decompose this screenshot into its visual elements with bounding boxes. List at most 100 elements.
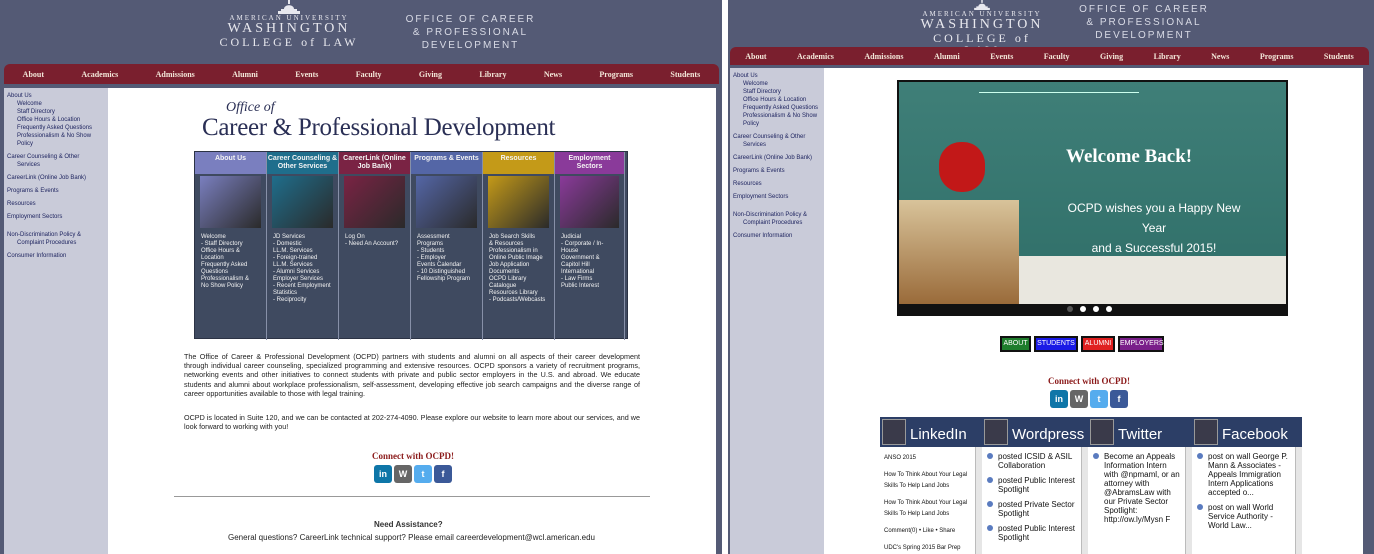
tile-link[interactable]: - Law Firms	[561, 276, 618, 283]
tile-link[interactable]: - Reciprocity	[273, 297, 332, 304]
students-button[interactable]: STUDENTS	[1034, 336, 1078, 352]
tile-link[interactable]: - Recent Employment	[273, 283, 332, 290]
tile-link[interactable]: Assessment	[417, 234, 476, 241]
nav-item-programs[interactable]: Programs	[599, 70, 633, 79]
tile-link[interactable]: Log On	[345, 234, 404, 241]
sidebar-item-careerlink-online-job-bank[interactable]: CareerLink (Online Job Bank)	[7, 174, 105, 182]
tile-link[interactable]: Documents	[489, 269, 548, 276]
tile-link[interactable]: - Podcasts/Webcasts	[489, 297, 548, 304]
feed-scrollbar[interactable]	[1295, 447, 1302, 554]
tile-link[interactable]: - Alumni Services	[273, 269, 332, 276]
feed-item[interactable]: Comment(0) • Like • Share	[880, 524, 974, 537]
tile-link[interactable]: Capitol Hill	[561, 262, 618, 269]
nav-item-students[interactable]: Students	[1324, 52, 1354, 61]
sidebar-item-careerlink-online-job-bank[interactable]: CareerLink (Online Job Bank)	[733, 154, 821, 162]
tile-link[interactable]: No Show Policy	[201, 283, 260, 290]
slide-dot[interactable]	[1080, 306, 1086, 312]
sidebar-item-career-counseling-other[interactable]: Career Counseling & Other	[7, 153, 105, 161]
wordpress-icon[interactable]: W	[394, 465, 412, 483]
tile-link[interactable]: Office Hours &	[201, 248, 260, 255]
nav-item-academics[interactable]: Academics	[797, 52, 834, 61]
slideshow[interactable]: Welcome Back! OCPD wishes you a Happy Ne…	[897, 80, 1288, 316]
wcl-logo[interactable]: AMERICAN UNIVERSITY WASHINGTON COLLEGE o…	[214, 0, 364, 48]
sidebar-item-policy[interactable]: Policy	[733, 120, 821, 128]
nav-item-programs[interactable]: Programs	[1260, 52, 1294, 61]
alumni-button[interactable]: ALUMNI	[1081, 336, 1115, 352]
tile-link[interactable]: - Domestic	[273, 241, 332, 248]
tile-link[interactable]: - Corporate / In-House	[561, 241, 618, 255]
nav-item-admissions[interactable]: Admissions	[864, 52, 903, 61]
sidebar-item-consumer-information[interactable]: Consumer Information	[7, 252, 105, 260]
sidebar-item-services[interactable]: Services	[7, 161, 105, 169]
feed-scrollbar[interactable]	[1081, 447, 1088, 554]
about-button[interactable]: ABOUT	[1000, 336, 1031, 352]
sidebar-item-about-us[interactable]: About Us	[7, 92, 105, 100]
sidebar-item-welcome[interactable]: Welcome	[7, 100, 105, 108]
sidebar-item-professionalism-no-show[interactable]: Professionalism & No Show	[733, 112, 821, 120]
tile-link[interactable]: & Resources	[489, 241, 548, 248]
tile-link[interactable]: Resources Library	[489, 290, 548, 297]
facebook-icon[interactable]: f	[434, 465, 452, 483]
tile-link[interactable]: - Foreign-trained	[273, 255, 332, 262]
sidebar-item-programs-events[interactable]: Programs & Events	[7, 187, 105, 195]
slide-dot[interactable]	[1093, 306, 1099, 312]
sidebar-item-employment-sectors[interactable]: Employment Sectors	[7, 213, 105, 221]
sidebar-item-welcome[interactable]: Welcome	[733, 80, 821, 88]
feed-item[interactable]: How To Think About Your Legal Skills To …	[880, 468, 974, 492]
linkedin-icon[interactable]: in	[1050, 390, 1068, 408]
tile-link[interactable]: Online Public Image	[489, 255, 548, 262]
tile-link[interactable]: Professionalism in	[489, 248, 548, 255]
nav-item-faculty[interactable]: Faculty	[1044, 52, 1070, 61]
wordpress-icon[interactable]: W	[1070, 390, 1088, 408]
nav-item-academics[interactable]: Academics	[81, 70, 118, 79]
nav-item-admissions[interactable]: Admissions	[156, 70, 195, 79]
tile-link[interactable]: Job Search Skills	[489, 234, 548, 241]
sidebar-item-non-discrimination-policy[interactable]: Non-Discrimination Policy &	[7, 231, 105, 239]
tile-link[interactable]: LL.M. Services	[273, 248, 332, 255]
sidebar-item-employment-sectors[interactable]: Employment Sectors	[733, 193, 821, 201]
sidebar-item-complaint-procedures[interactable]: Complaint Procedures	[733, 219, 821, 227]
feed-item[interactable]: post on wall World Service Authority - W…	[1192, 502, 1294, 531]
linkedin-icon[interactable]: in	[374, 465, 392, 483]
tile-link[interactable]: - Employer	[417, 255, 476, 262]
tile-link[interactable]: Programs	[417, 241, 476, 248]
sidebar-item-policy[interactable]: Policy	[7, 140, 105, 148]
sidebar-item-consumer-information[interactable]: Consumer Information	[733, 232, 821, 240]
nav-item-news[interactable]: News	[544, 70, 562, 79]
tile-link[interactable]: OCPD Library	[489, 276, 548, 283]
nav-item-giving[interactable]: Giving	[1100, 52, 1123, 61]
sidebar-item-about-us[interactable]: About Us	[733, 72, 821, 80]
sidebar-item-frequently-asked-questions[interactable]: Frequently Asked Questions	[7, 124, 105, 132]
tile-link[interactable]: - 10 Distinguished	[417, 269, 476, 276]
feed-scrollbar[interactable]	[1185, 447, 1192, 554]
nav-item-news[interactable]: News	[1211, 52, 1229, 61]
tile-link[interactable]: Judicial	[561, 234, 618, 241]
tile-link[interactable]: Statistics	[273, 290, 332, 297]
nav-item-faculty[interactable]: Faculty	[356, 70, 382, 79]
tile-link[interactable]: - Need An Account?	[345, 241, 404, 248]
employers-button[interactable]: EMPLOYERS	[1118, 336, 1164, 352]
sidebar-item-professionalism-no-show[interactable]: Professionalism & No Show	[7, 132, 105, 140]
sidebar-item-frequently-asked-questions[interactable]: Frequently Asked Questions	[733, 104, 821, 112]
feed-item[interactable]: post on wall George P. Mann & Associates…	[1192, 451, 1294, 498]
tile-careerlink-online-job-bank[interactable]: CareerLink (Online Job Bank) Log On - Need…	[339, 152, 411, 340]
tile-link[interactable]: JD Services	[273, 234, 332, 241]
feed-scrollbar[interactable]	[975, 447, 982, 554]
sidebar-item-non-discrimination-policy[interactable]: Non-Discrimination Policy &	[733, 211, 821, 219]
nav-item-library[interactable]: Library	[1154, 52, 1181, 61]
feed-item[interactable]: How To Think About Your Legal Skills To …	[880, 496, 974, 520]
feed-item[interactable]: posted Public Interest Spotlight	[982, 523, 1080, 543]
nav-item-library[interactable]: Library	[479, 70, 506, 79]
tile-link[interactable]: Government &	[561, 255, 618, 262]
twitter-icon[interactable]: t	[1090, 390, 1108, 408]
tile-link[interactable]: Events Calendar	[417, 262, 476, 269]
tile-link[interactable]: - Staff Directory	[201, 241, 260, 248]
slide-dot[interactable]	[1067, 306, 1073, 312]
sidebar-item-staff-directory[interactable]: Staff Directory	[7, 108, 105, 116]
nav-item-events[interactable]: Events	[990, 52, 1013, 61]
tile-about-us[interactable]: About Us Welcome - Staff Directory Office H…	[195, 152, 267, 340]
twitter-icon[interactable]: t	[414, 465, 432, 483]
tile-link[interactable]: Frequently Asked	[201, 262, 260, 269]
tile-resources[interactable]: Resources Job Search Skills & Resources Pro…	[483, 152, 555, 340]
nav-item-about[interactable]: About	[23, 70, 44, 79]
